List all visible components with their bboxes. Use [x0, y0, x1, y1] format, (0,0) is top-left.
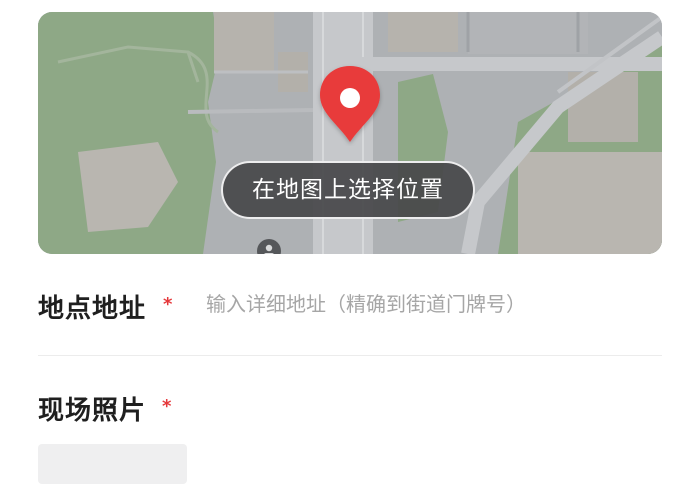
address-input[interactable]: [206, 286, 656, 322]
map-preview[interactable]: 在地图上选择位置: [38, 12, 662, 254]
photo-required-mark: *: [162, 396, 172, 417]
map-pin-icon: [320, 66, 380, 142]
address-label: 地点地址: [38, 294, 147, 324]
poi-marker-icon[interactable]: [256, 238, 282, 254]
photo-label: 现场照片: [38, 396, 147, 426]
address-required-mark: *: [163, 294, 173, 315]
photo-upload-slot[interactable]: [38, 444, 187, 484]
select-location-on-map-button[interactable]: 在地图上选择位置: [221, 161, 475, 219]
divider: [38, 355, 662, 356]
